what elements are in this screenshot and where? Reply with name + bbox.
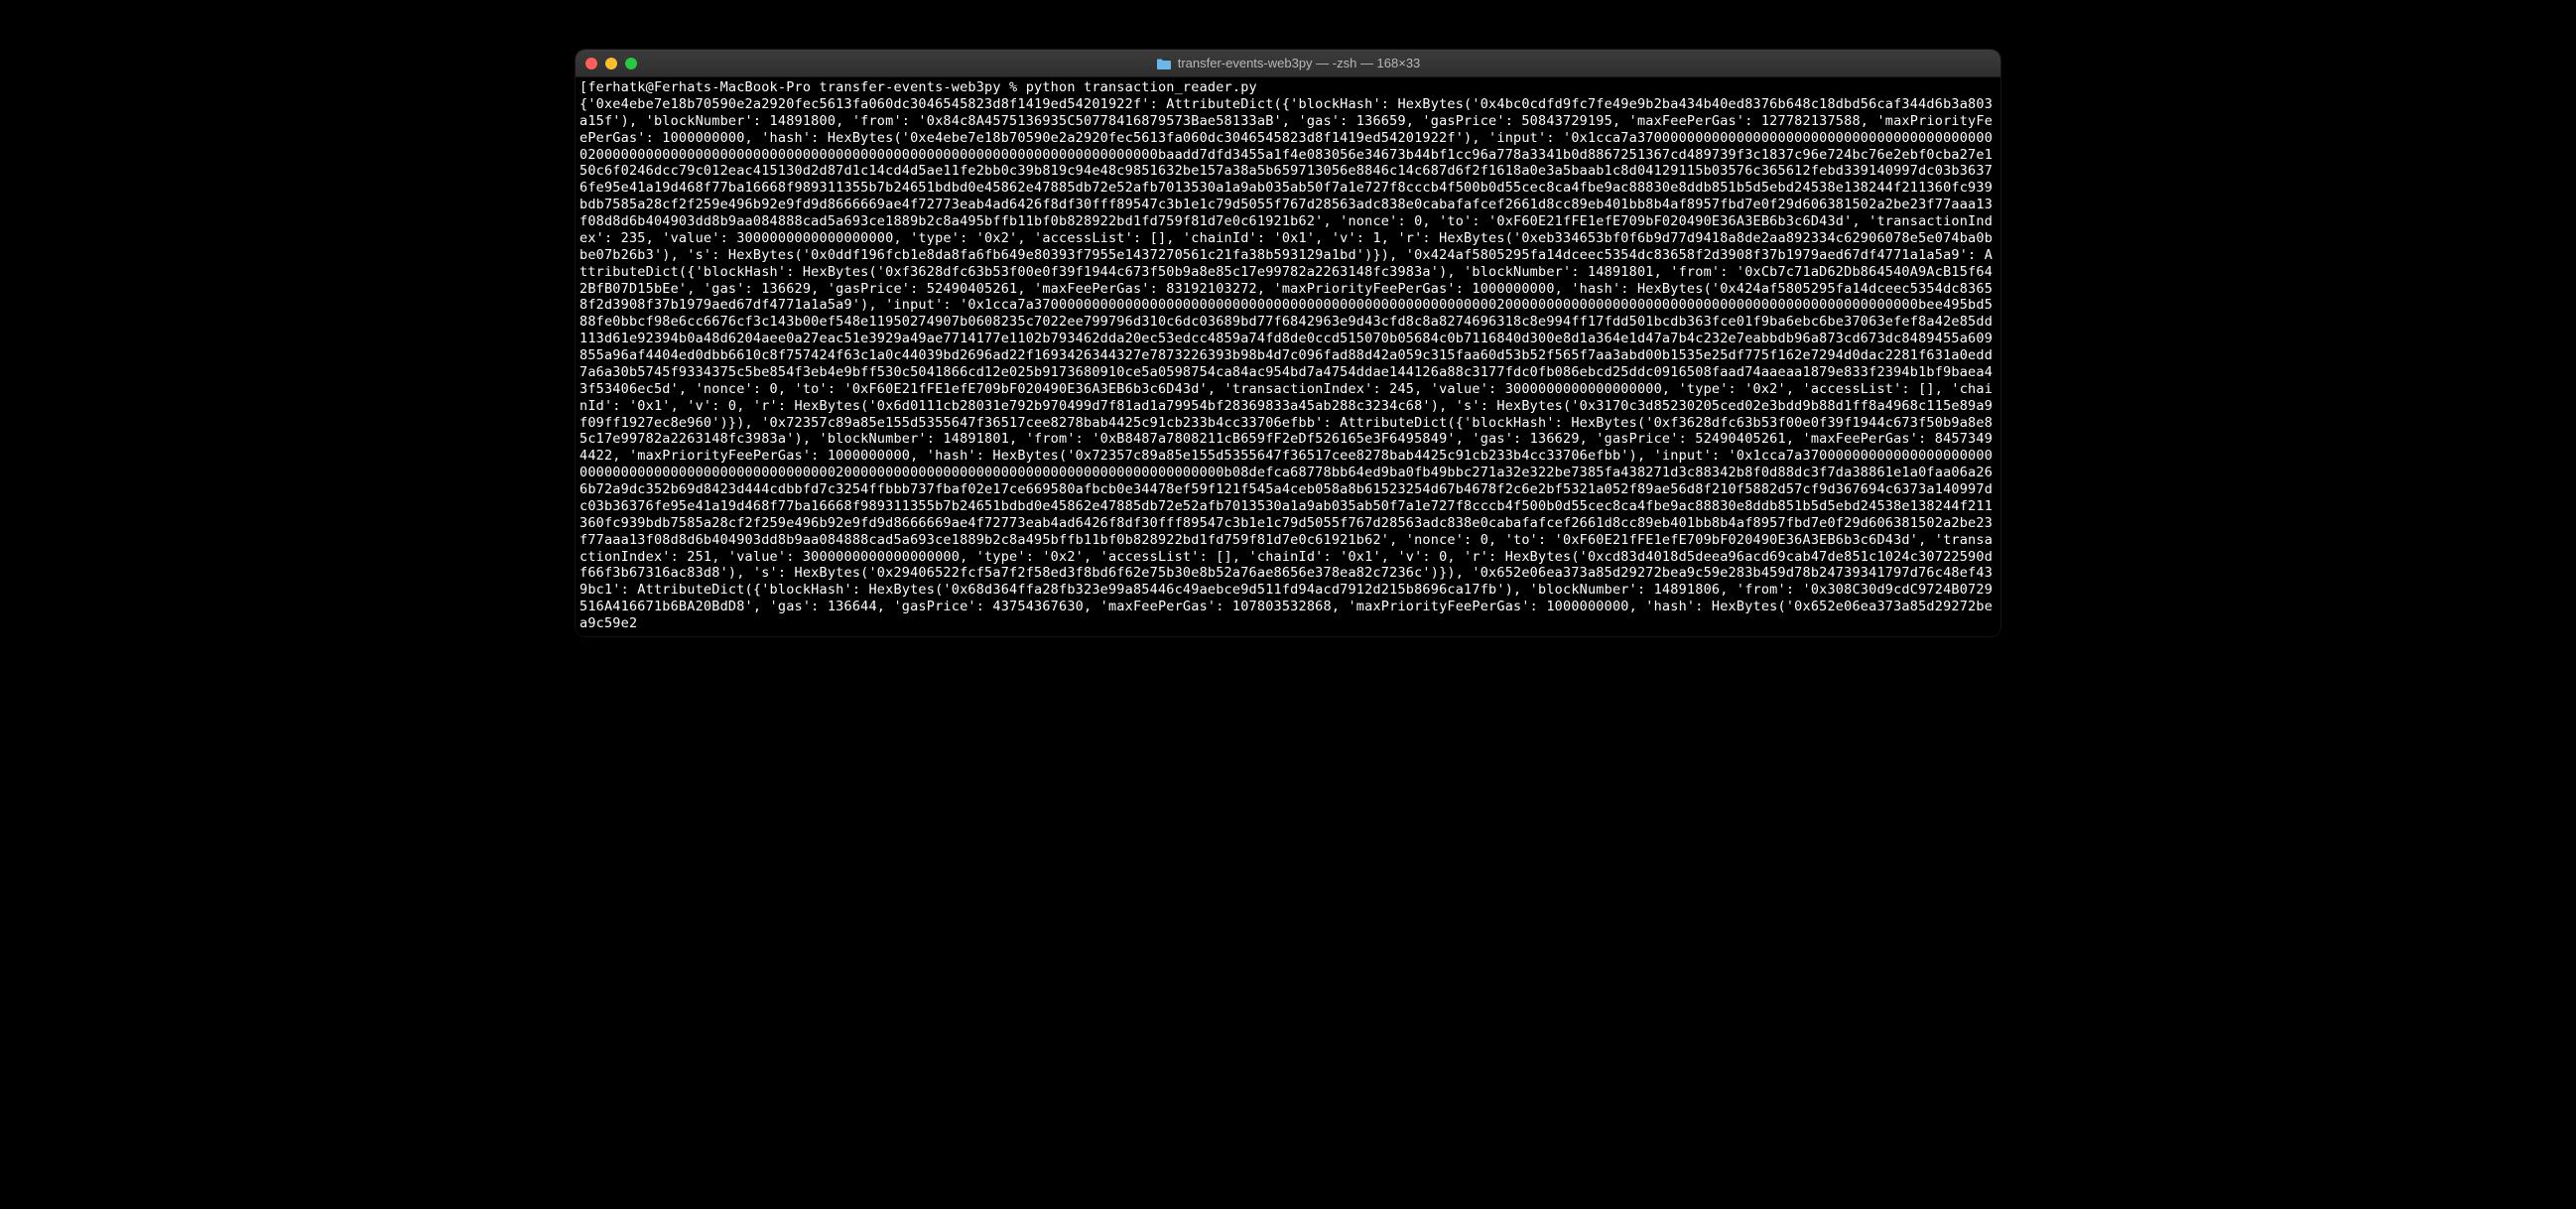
terminal-window: transfer-events-web3py — -zsh — 168×33 [… xyxy=(576,50,2000,636)
traffic-lights xyxy=(585,58,637,69)
maximize-button[interactable] xyxy=(625,58,637,69)
folder-icon xyxy=(1156,58,1172,69)
terminal-prompt-line: [ferhatk@Ferhats-MacBook-Pro transfer-ev… xyxy=(580,79,1996,96)
window-title: transfer-events-web3py — -zsh — 168×33 xyxy=(585,56,1991,70)
terminal-output: {'0xe4ebe7e18b70590e2a2920fec5613fa060dc… xyxy=(580,96,1996,632)
terminal-body[interactable]: [ferhatk@Ferhats-MacBook-Pro transfer-ev… xyxy=(576,77,2000,636)
minimize-button[interactable] xyxy=(605,58,617,69)
close-button[interactable] xyxy=(585,58,597,69)
title-bar: transfer-events-web3py — -zsh — 168×33 xyxy=(576,50,2000,77)
window-title-text: transfer-events-web3py — -zsh — 168×33 xyxy=(1178,56,1421,70)
